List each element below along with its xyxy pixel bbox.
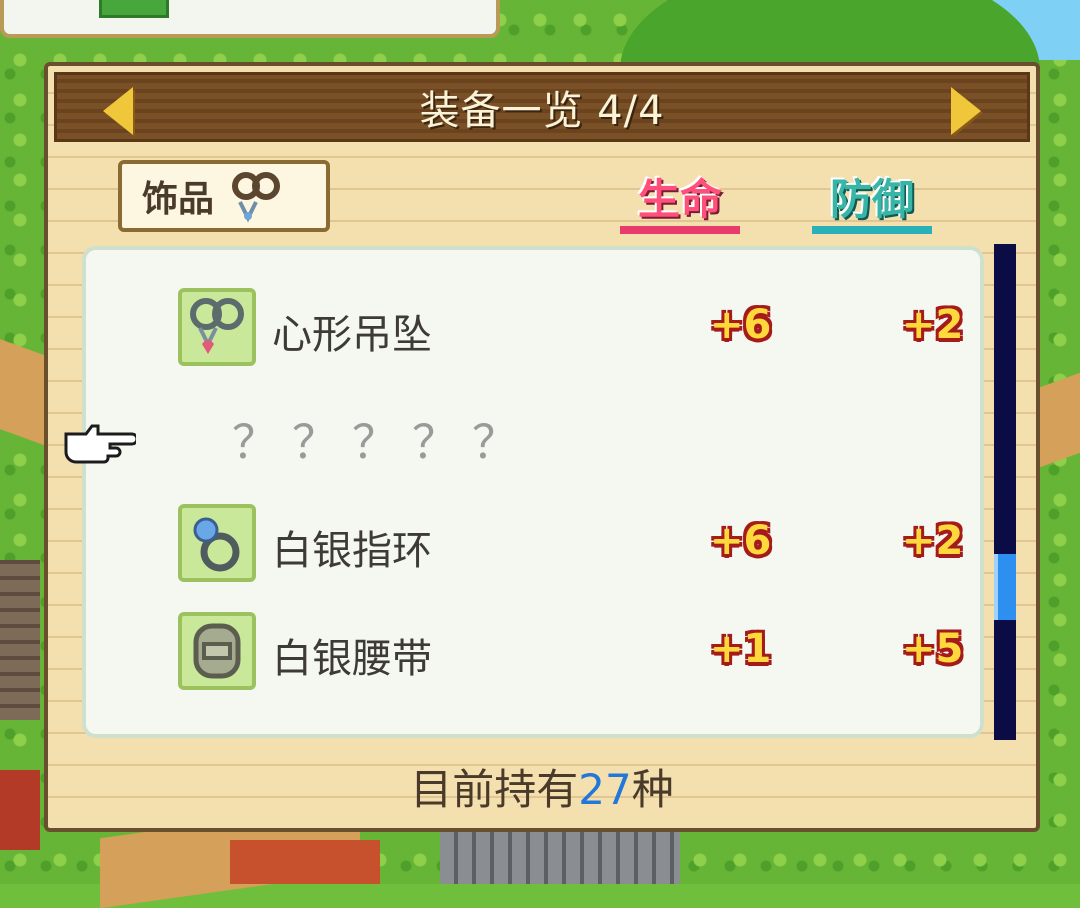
owned-count-footer: 目前持有27种 [48, 756, 1036, 817]
column-header-life: 生命 [620, 166, 740, 234]
page-title: 装备一览 4/4 [419, 88, 665, 134]
item-life-bonus: +1 [710, 626, 772, 672]
silver-ring-icon [178, 504, 256, 582]
building-roof [230, 840, 380, 884]
pointing-hand-cursor-icon [64, 424, 136, 464]
list-item-unknown[interactable]: ？？？？？ [132, 396, 992, 476]
equipment-list-panel: 装备一览 4/4 饰品 生命 防御 心形吊坠 +6 +2 ？？？？？ 白银指环 … [44, 62, 1040, 832]
category-label: 饰品 [142, 179, 215, 220]
item-life-bonus: +6 [710, 518, 772, 564]
item-name: 白银腰带 [272, 636, 432, 682]
necklace-ring-icon [232, 172, 281, 223]
owned-count-prefix: 目前持有 [410, 765, 579, 814]
scrollbar-thumb[interactable] [994, 554, 1016, 620]
heart-pendant-icon [178, 288, 256, 366]
unknown-item-name: ？？？？？ [232, 415, 532, 469]
item-list: 心形吊坠 +6 +2 ？？？？？ 白银指环 +6 +2 白银腰带 +1 +5 [82, 246, 984, 738]
column-header-defense: 防御 [812, 166, 932, 234]
silver-belt-icon [178, 612, 256, 690]
panel-header: 装备一览 4/4 [54, 72, 1030, 142]
item-life-bonus: +6 [710, 302, 772, 348]
item-defense-bonus: +2 [902, 518, 964, 564]
owned-count-suffix: 种 [631, 765, 674, 814]
next-page-arrow-icon[interactable] [951, 87, 981, 135]
list-item[interactable]: 白银指环 +6 +2 [132, 504, 992, 584]
top-status-window [0, 0, 500, 38]
owned-count-value: 27 [578, 765, 632, 814]
status-icon [99, 0, 169, 18]
item-defense-bonus: +5 [902, 626, 964, 672]
list-item[interactable]: 白银腰带 +1 +5 [132, 612, 992, 692]
category-tab-accessory[interactable]: 饰品 [118, 160, 330, 232]
prev-page-arrow-icon[interactable] [103, 87, 133, 135]
building-roof [0, 770, 40, 850]
building-wall [0, 560, 40, 720]
item-name: 白银指环 [272, 528, 432, 574]
item-defense-bonus: +2 [902, 302, 964, 348]
list-item[interactable]: 心形吊坠 +6 +2 [132, 288, 992, 368]
item-name: 心形吊坠 [272, 312, 432, 358]
stone-fence [440, 830, 680, 884]
list-scrollbar[interactable] [994, 244, 1016, 740]
